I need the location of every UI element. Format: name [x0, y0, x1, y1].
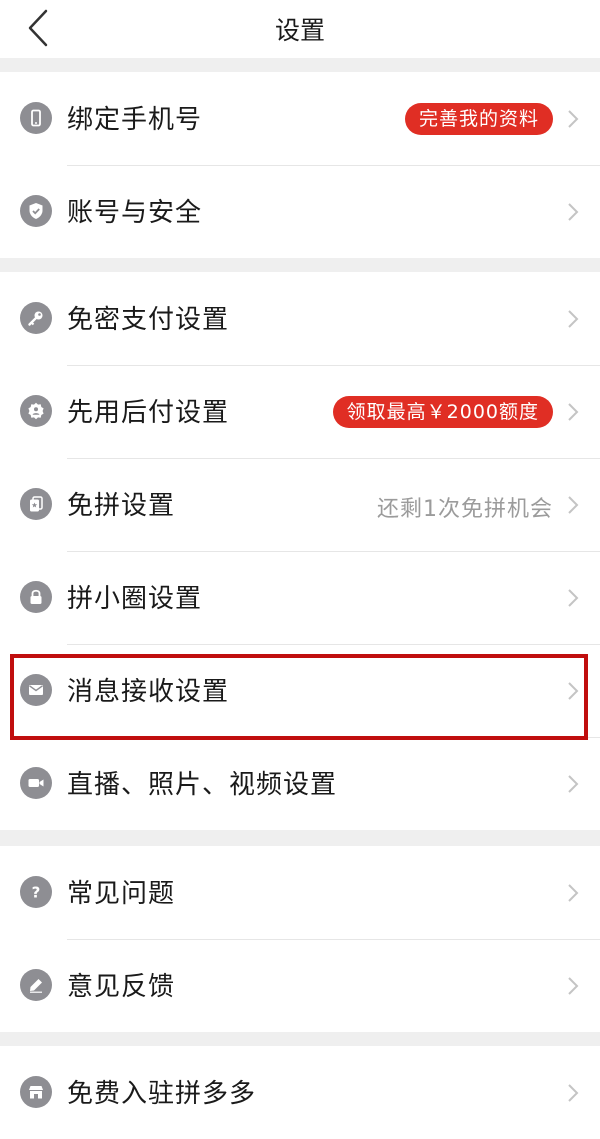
page-title: 设置 — [274, 16, 325, 45]
settings-row-bind-phone[interactable]: 绑定手机号 完善我的资料 — [0, 72, 600, 165]
chevron-right-icon — [568, 1084, 579, 1102]
settings-row-pay-later[interactable]: 先用后付设置 领取最高￥2000额度 — [0, 365, 600, 458]
chevron-left-icon — [28, 9, 48, 47]
pencil-icon — [20, 969, 52, 1001]
settings-row-media[interactable]: 直播、照片、视频设置 — [0, 737, 600, 830]
settings-row-message[interactable]: 消息接收设置 — [0, 644, 600, 737]
settings-row-free-group[interactable]: 免拼设置 还剩1次免拼机会 — [0, 458, 600, 551]
settings-row-merchant[interactable]: 免费入驻拼多多 — [0, 1046, 600, 1139]
section-services: 免密支付设置 先用后付设置 领取最高￥2000额度 免拼设置 还剩1次免拼机会 … — [0, 272, 600, 830]
settings-row-label: 免费入驻拼多多 — [67, 1079, 257, 1109]
shield-check-icon — [20, 195, 52, 227]
settings-row-label: 绑定手机号 — [67, 105, 203, 135]
store-icon — [20, 1076, 52, 1108]
settings-row-password-free-pay[interactable]: 免密支付设置 — [0, 272, 600, 365]
chevron-right-icon — [568, 884, 579, 902]
chevron-right-icon — [568, 977, 579, 995]
mail-icon — [20, 674, 52, 706]
chevron-right-icon — [568, 775, 579, 793]
credit-limit-badge[interactable]: 领取最高￥2000额度 — [332, 396, 553, 428]
settings-row-label: 免密支付设置 — [67, 305, 230, 335]
free-group-remaining-note: 还剩1次免拼机会 — [377, 497, 553, 522]
lock-icon — [20, 581, 52, 613]
chevron-right-icon — [568, 682, 579, 700]
settings-row-label: 消息接收设置 — [67, 677, 230, 707]
settings-row-circle[interactable]: 拼小圈设置 — [0, 551, 600, 644]
settings-row-label: 免拼设置 — [67, 491, 176, 521]
key-icon — [20, 302, 52, 334]
settings-row-label: 拼小圈设置 — [67, 584, 203, 614]
settings-row-feedback[interactable]: 意见反馈 — [0, 939, 600, 1032]
settings-row-label: 账号与安全 — [67, 198, 203, 228]
svg-text:?: ? — [32, 884, 41, 902]
complete-profile-badge[interactable]: 完善我的资料 — [404, 103, 553, 135]
settings-row-label: 常见问题 — [67, 879, 176, 909]
chevron-right-icon — [568, 310, 579, 328]
settings-row-faq[interactable]: ? 常见问题 — [0, 846, 600, 939]
section-account: 绑定手机号 完善我的资料 账号与安全 — [0, 72, 600, 258]
chevron-right-icon — [568, 403, 579, 421]
video-camera-icon — [20, 767, 52, 799]
settings-row-label: 直播、照片、视频设置 — [67, 770, 338, 800]
chevron-right-icon — [568, 496, 579, 514]
section-merchant: 免费入驻拼多多 — [0, 1046, 600, 1139]
settings-row-account-security[interactable]: 账号与安全 — [0, 165, 600, 258]
phone-icon — [20, 102, 52, 134]
nav-bar: 设置 — [0, 0, 600, 58]
settings-row-label: 先用后付设置 — [67, 398, 230, 428]
chevron-right-icon — [568, 203, 579, 221]
back-button[interactable] — [18, 8, 58, 48]
question-icon: ? — [20, 876, 52, 908]
settings-row-label: 意见反馈 — [67, 972, 176, 1002]
chevron-right-icon — [568, 589, 579, 607]
star-card-icon — [20, 488, 52, 520]
badge-person-icon — [20, 395, 52, 427]
chevron-right-icon — [568, 110, 579, 128]
section-help: ? 常见问题 意见反馈 — [0, 846, 600, 1032]
